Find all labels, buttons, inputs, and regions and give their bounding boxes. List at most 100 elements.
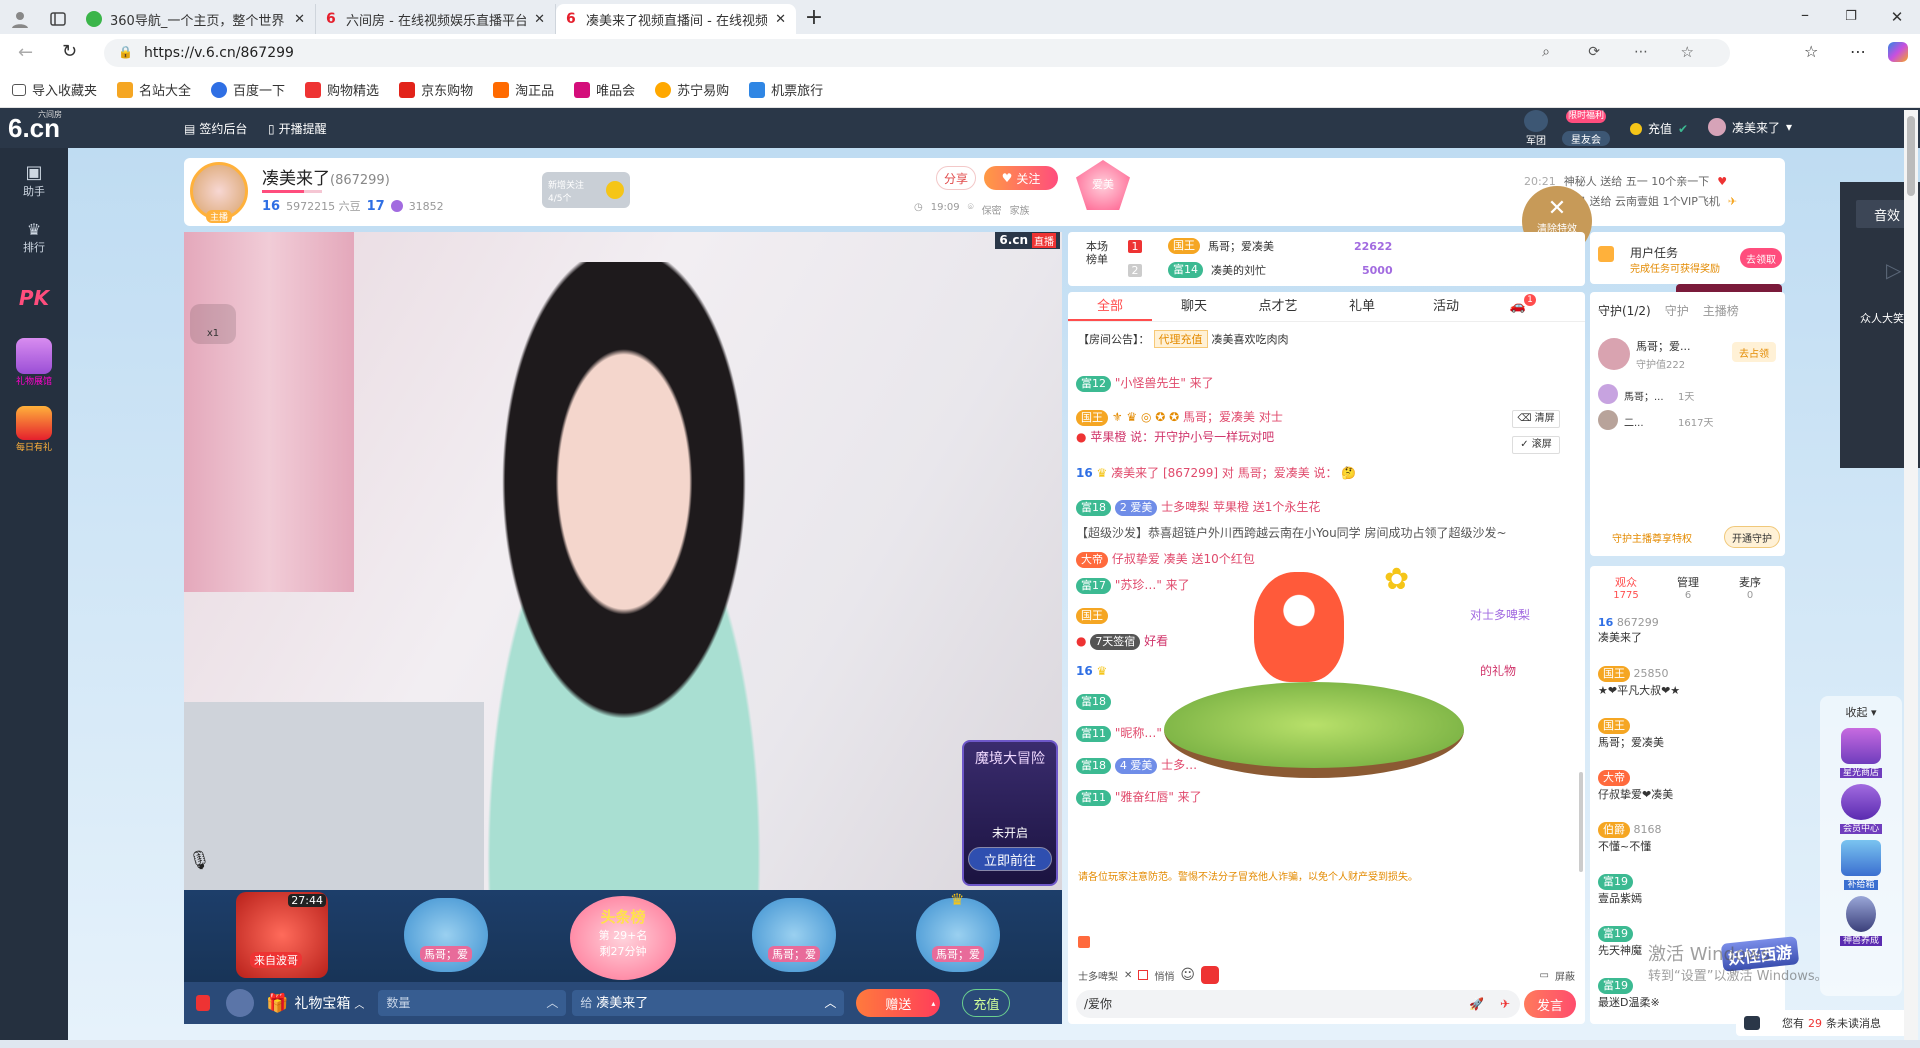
menu-icon[interactable]: ⋯ <box>1850 42 1866 61</box>
sidebar-item-rank[interactable]: ♛ 排行 <box>0 220 68 255</box>
share-button[interactable]: 分享 <box>936 166 976 190</box>
send-button[interactable]: 发言 <box>1524 990 1576 1018</box>
browser-tab-1[interactable]: 360导航_一个主页，整个世界 ✕ <box>76 4 316 34</box>
shield-label[interactable]: 屏蔽 <box>1555 968 1575 983</box>
plane-icon[interactable]: ✈ <box>1500 990 1510 1018</box>
refresh-icon[interactable]: ↻ <box>62 41 77 62</box>
open-guard-button[interactable]: 开通守护 <box>1724 526 1780 548</box>
sidebar-item-gift-hall[interactable]: 礼物展馆 <box>0 338 68 387</box>
bookmark-item[interactable]: 苏宁易购 <box>655 80 729 99</box>
guard-tab[interactable]: 守护(1/2) <box>1598 302 1651 319</box>
bookmark-item[interactable]: 京东购物 <box>399 80 473 99</box>
tab-close-icon[interactable]: ✕ <box>534 12 545 27</box>
collapse-button[interactable]: 收起 ▾ <box>1820 704 1902 720</box>
guard-item[interactable]: 馬哥；爱... 守护值222 去占领 <box>1598 338 1778 374</box>
star-icon[interactable]: ☆ <box>1681 43 1694 61</box>
horn-icon[interactable] <box>1078 936 1090 948</box>
gift-box-label[interactable]: 礼物宝箱 <box>294 993 350 1013</box>
more-tools-icon[interactable]: ⋯ <box>1634 44 1648 60</box>
guard-tab[interactable]: 主播榜 <box>1703 302 1739 319</box>
viewer-item[interactable]: 国王 25850 ★❤平凡大叔❤★ <box>1598 666 1785 698</box>
guard-item[interactable]: 馬哥；... 1天 <box>1598 384 1778 408</box>
give-gift-button[interactable]: 赠送 ▴ <box>856 989 941 1017</box>
sidebar-item-pk[interactable]: PK <box>0 286 68 310</box>
close-icon[interactable]: ✕ <box>1124 970 1132 981</box>
zoom-icon[interactable]: ⌕ <box>1542 44 1550 60</box>
rank-row-1[interactable]: 1 国王 馬哥；爱凑美 22622 <box>1128 238 1392 254</box>
close-window-button[interactable]: ✕ <box>1874 0 1920 34</box>
tab-list-icon[interactable] <box>40 4 76 34</box>
recharge-button[interactable]: 充值 <box>962 989 1011 1017</box>
scroll-screen-button[interactable]: ✓ 滚屏 <box>1512 436 1560 454</box>
recipient-field[interactable]: 给 凑美来了 ︿ <box>572 990 845 1016</box>
smile-icon[interactable]: ☺ <box>1180 967 1195 983</box>
viewer-item[interactable]: 国王 馬哥；爱凑美 <box>1598 718 1785 750</box>
follow-button[interactable]: ♥ 关注 <box>984 166 1058 190</box>
sidebar-item-daily[interactable]: 每日有礼 <box>0 406 68 453</box>
guard-item[interactable]: 二... 1617天 <box>1598 410 1778 434</box>
favorites-icon[interactable]: ☆ <box>1804 42 1818 61</box>
message-bar[interactable]: 您有 29 条未读消息 <box>1736 1010 1912 1036</box>
back-icon[interactable]: ← <box>18 42 33 63</box>
tab-talent[interactable]: 点才艺 <box>1236 292 1320 321</box>
emote-icon[interactable] <box>226 989 254 1017</box>
car-icon[interactable]: 🚗 1 <box>1488 292 1548 321</box>
url-field[interactable]: 🔒 https://v.6.cn/867299 ⌕ ⟳ ⋯ ☆ <box>104 39 1730 67</box>
tab-gift-list[interactable]: 礼单 <box>1320 292 1404 321</box>
page-scrollbar[interactable] <box>1904 110 1918 1040</box>
guard-tab[interactable]: 守护 <box>1665 302 1689 319</box>
clear-screen-button[interactable]: ⌫ 清屏 <box>1512 410 1560 428</box>
tab-close-icon[interactable]: ✕ <box>294 12 305 27</box>
occupy-button[interactable]: 去占领 <box>1732 342 1776 362</box>
follow-task[interactable]: 新增关注 4/5个 <box>542 172 630 208</box>
bookmark-item[interactable]: 名站大全 <box>117 80 191 99</box>
video-player[interactable]: 6.cn 直播 x1 魔境大冒险 未开启 立即前往 🎙 <box>184 232 1062 890</box>
copilot-icon[interactable] <box>1888 42 1908 62</box>
stage-slot-5[interactable]: ♛ 馬哥；爱 <box>916 890 1000 972</box>
viewer-item[interactable]: 富19 壹品紫嫣 <box>1598 874 1785 906</box>
maximize-button[interactable]: ❐ <box>1828 0 1874 34</box>
profile-icon[interactable] <box>0 4 40 34</box>
stage-slot-2[interactable]: 馬哥；爱 <box>404 898 488 972</box>
recharge-link[interactable]: 充值 ✔ <box>1630 120 1688 137</box>
tab-activity[interactable]: 活动 <box>1404 292 1488 321</box>
legion-link[interactable]: 军团 <box>1520 110 1552 147</box>
stage-slot-4[interactable]: 馬哥；爱 <box>752 898 836 972</box>
viewer-tab-audience[interactable]: 观众 1775 <box>1606 574 1646 601</box>
bookmark-item[interactable]: 购物精选 <box>305 80 379 99</box>
whisper-checkbox[interactable] <box>1138 970 1149 980</box>
shop-item[interactable]: 补给箱 <box>1820 840 1902 890</box>
live-remind-link[interactable]: ▯ 开播提醒 <box>268 120 327 137</box>
viewer-item[interactable]: 大帝 仔叔挚爱❤凑美 <box>1598 770 1785 802</box>
sign-backend-link[interactable]: ▤ 签约后台 <box>184 120 247 137</box>
user-menu[interactable]: 凑美来了 ▾ <box>1708 118 1792 136</box>
bookmark-item[interactable]: 机票旅行 <box>749 80 823 99</box>
bookmark-item[interactable]: 百度一下 <box>211 80 285 99</box>
stage-slot-3[interactable]: 头条榜 第 29+名 剩27分钟 <box>570 896 676 980</box>
chat-scrollbar[interactable] <box>1579 772 1583 872</box>
translate-icon[interactable]: ⟳ <box>1588 44 1600 60</box>
mic-icon[interactable]: 🎙 <box>188 850 211 871</box>
new-tab-button[interactable]: + <box>796 4 832 34</box>
rank-row-2[interactable]: 2 富14 凑美的刘忙 5000 <box>1128 262 1393 278</box>
browser-tab-3[interactable]: 6 凑美来了视频直播间 - 在线视频秀 ✕ <box>556 4 796 34</box>
promo-go-button[interactable]: 立即前往 <box>968 847 1052 871</box>
shop-item[interactable]: 神兽养成 <box>1820 896 1902 946</box>
bookmark-import[interactable]: 导入收藏夹 <box>12 80 97 99</box>
minimize-button[interactable]: – <box>1782 0 1828 34</box>
browser-tab-2[interactable]: 6 六间房 - 在线视频娱乐直播平台， ✕ <box>316 4 556 34</box>
chat-target[interactable]: 士多啤梨 <box>1078 968 1118 983</box>
bookmark-item[interactable]: 淘正品 <box>493 80 554 99</box>
shop-item[interactable]: 星光商店 <box>1820 728 1902 778</box>
site-logo[interactable]: 6.cn 六间房 <box>8 110 68 144</box>
tab-chat[interactable]: 聊天 <box>1152 292 1236 321</box>
chevron-up-icon[interactable]: ︿ <box>354 996 364 1011</box>
host-level-badge[interactable]: x1 <box>190 304 236 344</box>
viewer-tab-admin[interactable]: 管理 6 <box>1668 574 1708 601</box>
notice-tag[interactable]: 代理充值 <box>1153 330 1208 348</box>
viewer-item[interactable]: 伯爵 8168 不懂~不懂 <box>1598 822 1785 854</box>
promo-panel[interactable]: 魔境大冒险 未开启 立即前往 <box>962 740 1058 886</box>
quantity-field[interactable]: 数量 ︿ <box>378 990 567 1016</box>
claim-button[interactable]: 去领取 <box>1740 248 1782 268</box>
chat-input[interactable]: /爱你 🚀 ✈ <box>1076 990 1520 1018</box>
